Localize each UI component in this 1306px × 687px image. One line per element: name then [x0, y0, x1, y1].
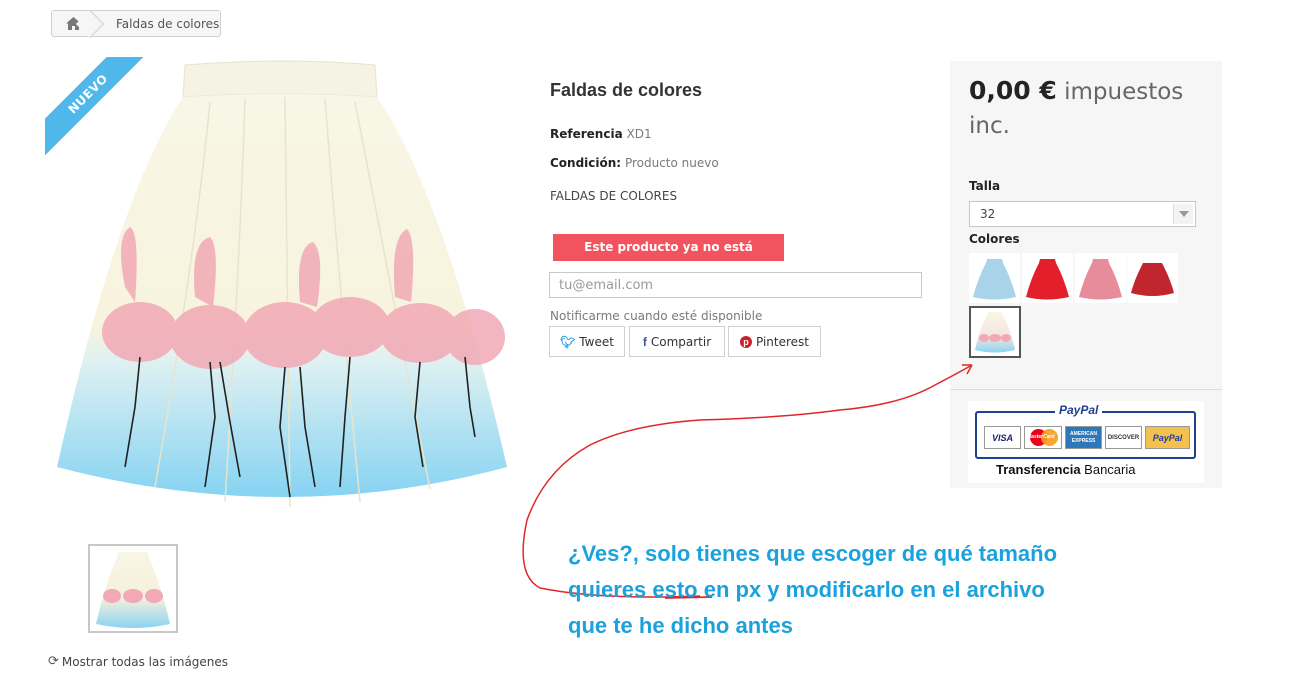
paypal-logo: PayPal	[1145, 426, 1190, 449]
tweet-label: Tweet	[579, 334, 614, 349]
product-condition: Condición: Producto nuevo	[550, 156, 719, 170]
color-swatch-light-blue[interactable]	[969, 253, 1020, 303]
paypal-card-box: PayPal VISA MasterCard AMERICAN EXPRESS …	[975, 403, 1196, 459]
dark-red-skirt-icon	[1131, 263, 1174, 296]
annotation-line-3: que te he dicho antes	[568, 613, 793, 638]
annotation-text: ¿Ves?, solo tienes que escoger de qué ta…	[568, 536, 1057, 644]
card-logos: VISA MasterCard AMERICAN EXPRESS DISCOVE…	[984, 426, 1190, 449]
light-blue-skirt-icon	[973, 259, 1016, 300]
notify-when-available-text: Notificarme cuando esté disponible	[550, 309, 763, 323]
bank-transfer-label: Transferencia Bancaria	[996, 462, 1135, 477]
product-reference: Referencia XD1	[550, 127, 652, 141]
chevron-down-icon	[1173, 204, 1193, 224]
show-all-images-label: Mostrar todas las imágenes	[61, 654, 229, 669]
breadcrumb: Faldas de colores	[51, 10, 221, 37]
annotation-line-2-start: quieres	[568, 577, 653, 602]
amex-logo: AMERICAN EXPRESS	[1065, 426, 1102, 449]
annotation-line-2: quieres esto en px y modificarlo en el a…	[568, 572, 1057, 608]
product-thumbnail[interactable]	[88, 544, 178, 633]
unavailable-alert: Este producto ya no está disponible	[553, 234, 784, 281]
product-price: 0,00 € impuestos inc.	[969, 74, 1209, 143]
home-icon	[65, 17, 81, 30]
flamingo-skirt-image	[57, 60, 507, 508]
pink-skirt-icon	[1079, 259, 1122, 300]
colors-label: Colores	[969, 232, 1020, 246]
size-selected-value: 32	[980, 207, 996, 221]
color-swatch-pink[interactable]	[1075, 253, 1126, 303]
pinterest-button[interactable]: p Pinterest	[728, 326, 821, 357]
notify-email-input[interactable]	[549, 272, 922, 298]
twitter-icon: 🐦︎	[560, 334, 576, 349]
facebook-share-button[interactable]: f Compartir	[629, 326, 725, 357]
facebook-icon: f	[642, 334, 647, 349]
paypal-title: PayPal	[1055, 403, 1103, 417]
annotation-line-1: ¿Ves?, solo tienes que escoger de qué ta…	[568, 541, 1058, 566]
flamingo-skirt-thumbnail	[96, 552, 170, 628]
tweet-button[interactable]: 🐦︎ Tweet	[549, 326, 625, 357]
product-title: Faldas de colores	[550, 80, 703, 100]
flamingo-skirt-icon	[975, 312, 1015, 353]
red-skirt-icon	[1026, 259, 1069, 300]
transfer-bold: Transferencia	[996, 462, 1081, 477]
transfer-regular: Bancaria	[1084, 462, 1136, 477]
color-swatch-red[interactable]	[1022, 253, 1073, 303]
product-main-image[interactable]: NUEVO	[45, 57, 515, 527]
product-short-description: FALDAS DE COLORES	[550, 189, 678, 203]
breadcrumb-home-link[interactable]	[52, 11, 94, 36]
payment-methods-logo: PayPal VISA MasterCard AMERICAN EXPRESS …	[968, 401, 1204, 483]
pinterest-icon: p	[739, 335, 752, 348]
color-swatch-dark-red[interactable]	[1127, 253, 1178, 303]
reference-label: Referencia	[550, 127, 623, 141]
mastercard-logo: MasterCard	[1024, 426, 1062, 449]
refresh-icon: ⟳	[48, 654, 59, 669]
size-label: Talla	[969, 179, 1001, 193]
visa-logo: VISA	[984, 426, 1021, 449]
annotation-underlined-word: esto	[652, 577, 698, 602]
reference-value: XD1	[626, 127, 652, 141]
price-amount: 0,00 €	[969, 76, 1057, 105]
share-label: Compartir	[650, 334, 712, 349]
discover-logo: DISCOVER	[1105, 426, 1142, 449]
mastercard-label: MasterCard	[1027, 434, 1055, 440]
condition-value: Producto nuevo	[624, 156, 719, 170]
panel-divider	[950, 389, 1222, 390]
breadcrumb-current[interactable]: Faldas de colores	[116, 17, 219, 31]
show-all-images-link[interactable]: ⟳ Mostrar todas las imágenes	[48, 654, 228, 669]
size-select[interactable]: 32	[969, 201, 1196, 227]
color-swatch-flamingo[interactable]	[969, 306, 1021, 358]
pinterest-label: Pinterest	[755, 334, 809, 349]
condition-label: Condición:	[550, 156, 622, 170]
annotation-line-2-end: en px y modificarlo en el archivo	[697, 577, 1045, 602]
